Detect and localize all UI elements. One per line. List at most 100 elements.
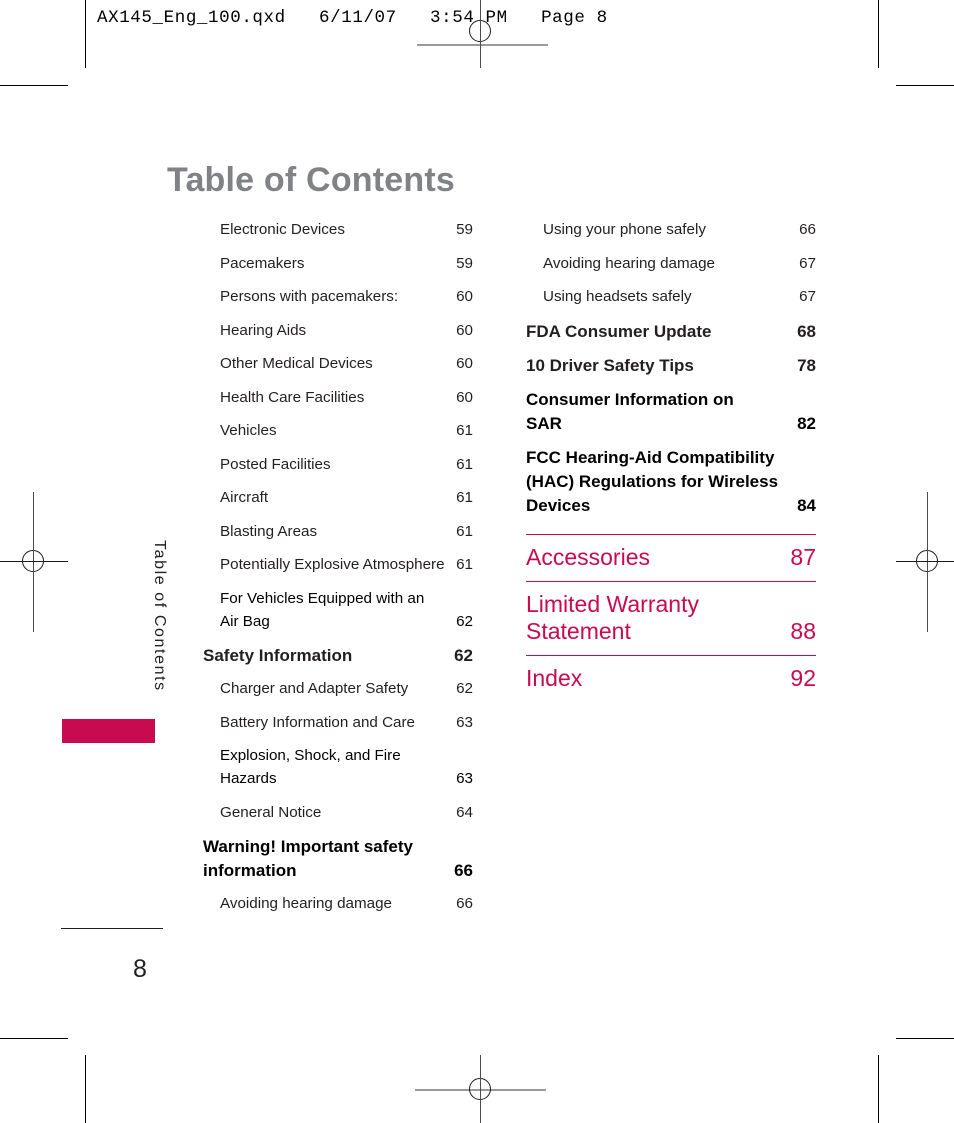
toc-entry[interactable]: Posted Facilities 61 xyxy=(203,455,473,473)
page-title: Table of Contents xyxy=(167,160,455,199)
toc-entry-label: Potentially Explosive Atmosphere xyxy=(220,556,445,573)
toc-entry-label-line2: Air Bag xyxy=(220,612,270,630)
toc-entry[interactable]: Hearing Aids 60 xyxy=(203,321,473,339)
toc-entry[interactable]: For Vehicles Equipped with an Air Bag 62 xyxy=(203,589,473,630)
toc-entry-page: 61 xyxy=(456,489,473,506)
toc-entry[interactable]: Potentially Explosive Atmosphere 61 xyxy=(203,557,473,572)
toc-entry[interactable]: Health Care Facilities 60 xyxy=(203,388,473,406)
trim-line-top-right-vertical xyxy=(878,0,879,68)
toc-entry-page: 62 xyxy=(456,612,473,630)
toc-entry-page: 61 xyxy=(456,522,473,540)
toc-entry-label-line2: Hazards xyxy=(220,770,277,788)
toc-entry-label: Battery Information and Care xyxy=(220,713,416,731)
trim-line-top-left-horizontal xyxy=(0,85,68,86)
toc-entry-page: 59 xyxy=(456,221,473,238)
toc-entry[interactable]: FCC Hearing-Aid Compatibility (HAC) Regu… xyxy=(526,449,816,514)
toc-entry-page: 60 xyxy=(456,355,473,372)
toc-entry[interactable]: Using your phone safely 66 xyxy=(526,222,816,237)
trim-line-bottom-right-vertical xyxy=(878,1055,879,1123)
toc-entry-label: Using headsets safely xyxy=(543,288,692,305)
toc-entry-page: 67 xyxy=(799,288,816,305)
toc-entry-label-line1: Explosion, Shock, and Fire xyxy=(220,747,401,765)
toc-entry-label-line0: FCC Hearing-Aid Compatibility xyxy=(526,447,775,467)
registration-mark-left xyxy=(12,540,56,584)
toc-featured-label-line2: Statement xyxy=(526,618,631,645)
toc-featured-entry[interactable]: Index 92 xyxy=(526,655,816,702)
page-edge-left-vertical xyxy=(85,0,86,68)
toc-entry-label-line2: Devices xyxy=(526,495,591,515)
toc-entry[interactable]: FDA Consumer Update 68 xyxy=(526,323,816,340)
toc-entry-page: 62 xyxy=(456,680,473,698)
toc-entry-label: Persons with pacemakers: xyxy=(220,288,399,305)
toc-entry-label-line2: SAR xyxy=(526,413,562,433)
toc-entry-label: Hearing Aids xyxy=(220,321,307,339)
toc-entry[interactable]: Vehicles 61 xyxy=(203,423,473,438)
toc-entry-page: 61 xyxy=(456,455,473,473)
registration-left-horizontal-extension xyxy=(0,561,68,562)
toc-entry-label: General Notice xyxy=(220,803,322,821)
toc-entry[interactable]: 10 Driver Safety Tips 78 xyxy=(526,357,816,374)
toc-entry-label: Avoiding hearing damage xyxy=(220,895,392,913)
toc-entry[interactable]: Blasting Areas 61 xyxy=(203,522,473,540)
side-tab-marker xyxy=(62,719,155,743)
toc-featured-label: Accessories xyxy=(526,544,650,570)
toc-entry[interactable]: Aircraft 61 xyxy=(203,490,473,505)
toc-entry-label-line1: (HAC) Regulations for Wireless xyxy=(526,471,779,491)
trim-line-bottom-right-horizontal xyxy=(896,1038,954,1039)
toc-featured-section: Accessories 87 Limited Warranty Statemen… xyxy=(526,534,816,703)
registration-right-vertical-extension xyxy=(927,492,928,632)
toc-entry-page: 63 xyxy=(456,713,473,731)
toc-entry[interactable]: Other Medical Devices 60 xyxy=(203,356,473,371)
document-page: AX145_Eng_100.qxd 6/11/07 3:54 PM Page 8 xyxy=(0,0,954,1123)
toc-entry-label-line1: Warning! Important safety xyxy=(203,837,413,857)
toc-entry-label-line2: information xyxy=(203,861,297,881)
toc-featured-entry[interactable]: Limited Warranty Statement 88 xyxy=(526,581,816,655)
toc-entry[interactable]: Explosion, Shock, and Fire Hazards 63 xyxy=(203,747,473,788)
toc-featured-label: Index xyxy=(526,665,583,692)
toc-entry-page: 60 xyxy=(456,321,473,339)
registration-left-vertical-extension xyxy=(33,492,34,632)
toc-entry[interactable]: Warning! Important safety information 66 xyxy=(203,838,473,879)
toc-entry-page: 64 xyxy=(456,803,473,821)
toc-entry-label: Blasting Areas xyxy=(220,522,318,540)
toc-entry[interactable]: Battery Information and Care 63 xyxy=(203,715,473,730)
toc-entry[interactable]: Electronic Devices 59 xyxy=(203,222,473,237)
toc-entry-label: 10 Driver Safety Tips xyxy=(526,355,694,375)
toc-entry-label: Safety Information xyxy=(203,646,353,666)
toc-featured-page: 88 xyxy=(790,618,816,645)
toc-entry-page: 68 xyxy=(797,321,816,341)
toc-entry[interactable]: Consumer Information on SAR 82 xyxy=(526,391,816,432)
toc-entry-label: FDA Consumer Update xyxy=(526,321,712,341)
toc-entry-page: 66 xyxy=(456,895,473,913)
toc-entry-label: Posted Facilities xyxy=(220,455,331,473)
toc-entry[interactable]: Charger and Adapter Safety 62 xyxy=(203,681,473,696)
toc-entry-label: Charger and Adapter Safety xyxy=(220,680,409,698)
toc-entry-page: 61 xyxy=(456,556,473,573)
registration-mark-right xyxy=(906,540,950,584)
toc-entry[interactable]: Avoiding hearing damage 67 xyxy=(526,254,816,272)
toc-entry[interactable]: Safety Information 62 xyxy=(203,647,473,664)
registration-bottom-vertical-extension xyxy=(480,1055,481,1123)
folio-page-number: 8 xyxy=(133,955,147,983)
toc-entry[interactable]: Using headsets safely 67 xyxy=(526,289,816,304)
toc-entry-page: 61 xyxy=(456,422,473,439)
toc-featured-page: 87 xyxy=(790,544,816,570)
toc-entry-page: 66 xyxy=(454,861,473,881)
registration-top-vertical-extension xyxy=(480,0,481,68)
registration-right-horizontal-extension xyxy=(896,561,954,562)
toc-right-column: Using your phone safely 66 Avoiding hear… xyxy=(526,222,816,531)
toc-entry-label: Health Care Facilities xyxy=(220,388,365,406)
toc-entry-page: 78 xyxy=(797,355,816,375)
toc-entry-label-line1: For Vehicles Equipped with an xyxy=(220,589,425,607)
side-tab-label: Table of Contents xyxy=(151,540,168,692)
toc-entry-label: Aircraft xyxy=(220,489,269,506)
toc-entry[interactable]: Avoiding hearing damage 66 xyxy=(203,896,473,911)
toc-entry-page: 67 xyxy=(799,254,816,272)
toc-entry-label: Vehicles xyxy=(220,422,277,439)
toc-entry-label-line1: Consumer Information on xyxy=(526,389,734,409)
toc-entry[interactable]: Persons with pacemakers: 60 xyxy=(203,289,473,304)
toc-entry[interactable]: General Notice 64 xyxy=(203,805,473,820)
toc-entry-label: Using your phone safely xyxy=(543,221,706,238)
toc-featured-entry[interactable]: Accessories 87 xyxy=(526,534,816,581)
toc-entry[interactable]: Pacemakers 59 xyxy=(203,255,473,271)
